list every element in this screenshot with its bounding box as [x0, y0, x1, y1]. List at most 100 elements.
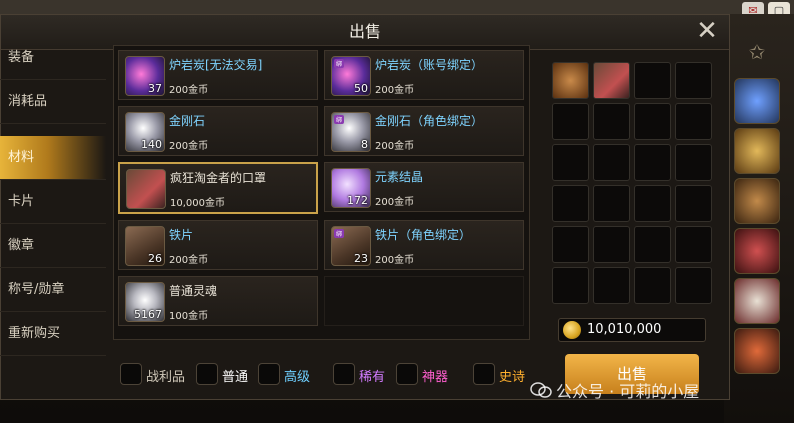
inventory-slot[interactable]: [634, 103, 671, 140]
item-card[interactable]: 172 元素结晶 200金币: [324, 162, 524, 212]
background-status-strip: [0, 0, 794, 14]
item-card[interactable]: 绑 23 铁片（角色绑定） 200金币: [324, 220, 524, 270]
item-count: 50: [354, 82, 368, 95]
lava-coal-icon: 37: [125, 56, 165, 96]
sidebar-item-materials[interactable]: 材料: [0, 136, 106, 180]
favorite-star-icon[interactable]: ✩: [745, 40, 769, 64]
sidebar-item-cards[interactable]: 卡片: [0, 180, 106, 224]
diamond-icon: 绑 8: [331, 112, 371, 152]
item-price: 200金币: [375, 255, 415, 266]
filter-checkbox-loot[interactable]: [120, 363, 142, 385]
item-card[interactable]: 37 炉岩炭[无法交易] 200金币: [118, 50, 318, 100]
sidebar-item-equipment[interactable]: 装备: [0, 36, 106, 80]
inventory-slot[interactable]: [634, 62, 671, 99]
item-count: 37: [148, 82, 162, 95]
item-price: 200金币: [375, 141, 415, 152]
item-card[interactable]: 5167 普通灵魂 100金币: [118, 276, 318, 326]
inventory-slot[interactable]: [634, 185, 671, 222]
iron-plate-icon: 26: [125, 226, 165, 266]
inventory-slot-filled[interactable]: [552, 62, 589, 99]
rail-item-slot[interactable]: [734, 228, 780, 274]
rail-item-slot[interactable]: [734, 178, 780, 224]
filter-label-epic: 史诗: [499, 370, 526, 385]
watermark-text: 公众号 · 可莉的小屋: [556, 382, 700, 401]
inventory-slot[interactable]: [593, 267, 630, 304]
item-count: 8: [361, 138, 368, 151]
inventory-slot[interactable]: [634, 267, 671, 304]
inventory-slot[interactable]: [552, 144, 589, 181]
watermark: 公众号 · 可莉的小屋: [530, 377, 699, 403]
filter-label-artifact: 神器: [422, 370, 449, 385]
filter-checkbox-epic[interactable]: [473, 363, 495, 385]
mask-icon: [126, 169, 166, 209]
item-price: 200金币: [169, 141, 209, 152]
rail-item-slot[interactable]: [734, 128, 780, 174]
empty-item-card: [324, 276, 524, 326]
inventory-slot[interactable]: [593, 226, 630, 263]
inventory-slot[interactable]: [675, 144, 712, 181]
bound-tag-icon: 绑: [334, 229, 345, 238]
inventory-slot[interactable]: [593, 103, 630, 140]
inventory-slot[interactable]: [593, 185, 630, 222]
inventory-slot[interactable]: [552, 103, 589, 140]
element-crystal-icon: 172: [331, 168, 371, 208]
rarity-filter-row: 战利品 普通 高级 稀有 神器 史诗: [0, 363, 560, 387]
item-card-selected[interactable]: 疯狂淘金者的口罩 10,000金币: [118, 162, 318, 214]
inventory-slot[interactable]: [675, 62, 712, 99]
bound-tag-icon: 绑: [334, 59, 345, 68]
item-count: 140: [141, 138, 162, 151]
item-list-panel: 37 炉岩炭[无法交易] 200金币 绑 50 炉岩炭（账号绑定） 200金币 …: [113, 45, 530, 340]
item-count: 172: [347, 194, 368, 207]
filter-checkbox-common[interactable]: [196, 363, 218, 385]
item-name: 元素结晶: [375, 170, 424, 184]
item-name: 炉岩炭（账号绑定）: [375, 58, 484, 72]
iron-plate-icon: 绑 23: [331, 226, 371, 266]
item-card[interactable]: 绑 8 金刚石（角色绑定） 200金币: [324, 106, 524, 156]
inventory-slot[interactable]: [552, 267, 589, 304]
item-name: 金刚石（角色绑定）: [375, 114, 484, 128]
filter-checkbox-rare[interactable]: [333, 363, 355, 385]
sidebar-item-badges[interactable]: 徽章: [0, 224, 106, 268]
item-count: 23: [354, 252, 368, 265]
inventory-slot[interactable]: [675, 103, 712, 140]
item-price: 200金币: [375, 197, 415, 208]
item-card[interactable]: 26 铁片 200金币: [118, 220, 318, 270]
filter-label-common: 普通: [222, 370, 249, 385]
item-name: 金刚石: [169, 114, 206, 128]
inventory-slot[interactable]: [634, 144, 671, 181]
item-price: 10,000金币: [170, 198, 225, 209]
rail-item-slot[interactable]: [734, 278, 780, 324]
inventory-slot[interactable]: [593, 144, 630, 181]
inventory-slot[interactable]: [675, 226, 712, 263]
inventory-slot-filled[interactable]: [593, 62, 630, 99]
item-name: 疯狂淘金者的口罩: [170, 171, 267, 185]
rail-item-slot[interactable]: [734, 328, 780, 374]
sidebar-item-consumables[interactable]: 消耗品: [0, 80, 106, 124]
sidebar-item-titles[interactable]: 称号/勋章: [0, 268, 106, 312]
item-price: 200金币: [169, 85, 209, 96]
sidebar-item-rebuy[interactable]: 重新购买: [0, 312, 106, 356]
item-card[interactable]: 140 金刚石 200金币: [118, 106, 318, 156]
inventory-slot[interactable]: [552, 185, 589, 222]
item-price: 200金币: [169, 255, 209, 266]
item-card[interactable]: 绑 50 炉岩炭（账号绑定） 200金币: [324, 50, 524, 100]
filter-label-loot: 战利品: [146, 370, 186, 385]
item-price: 100金币: [169, 311, 209, 322]
item-count: 26: [148, 252, 162, 265]
item-name: 铁片: [169, 228, 194, 242]
rail-item-slot[interactable]: [734, 78, 780, 124]
close-icon[interactable]: ✕: [693, 18, 721, 46]
inventory-slot[interactable]: [675, 185, 712, 222]
diamond-icon: 140: [125, 112, 165, 152]
inventory-slot[interactable]: [552, 226, 589, 263]
item-price: 200金币: [375, 85, 415, 96]
filter-checkbox-advanced[interactable]: [258, 363, 280, 385]
inventory-slot[interactable]: [634, 226, 671, 263]
bound-tag-icon: 绑: [334, 115, 345, 124]
gold-coin-icon: [563, 321, 581, 339]
soul-icon: 5167: [125, 282, 165, 322]
filter-checkbox-artifact[interactable]: [396, 363, 418, 385]
gold-total: 10,010,000: [558, 318, 706, 342]
inventory-slot[interactable]: [675, 267, 712, 304]
category-sidebar: 装备 消耗品 材料 卡片 徽章 称号/勋章 重新购买: [0, 36, 106, 378]
